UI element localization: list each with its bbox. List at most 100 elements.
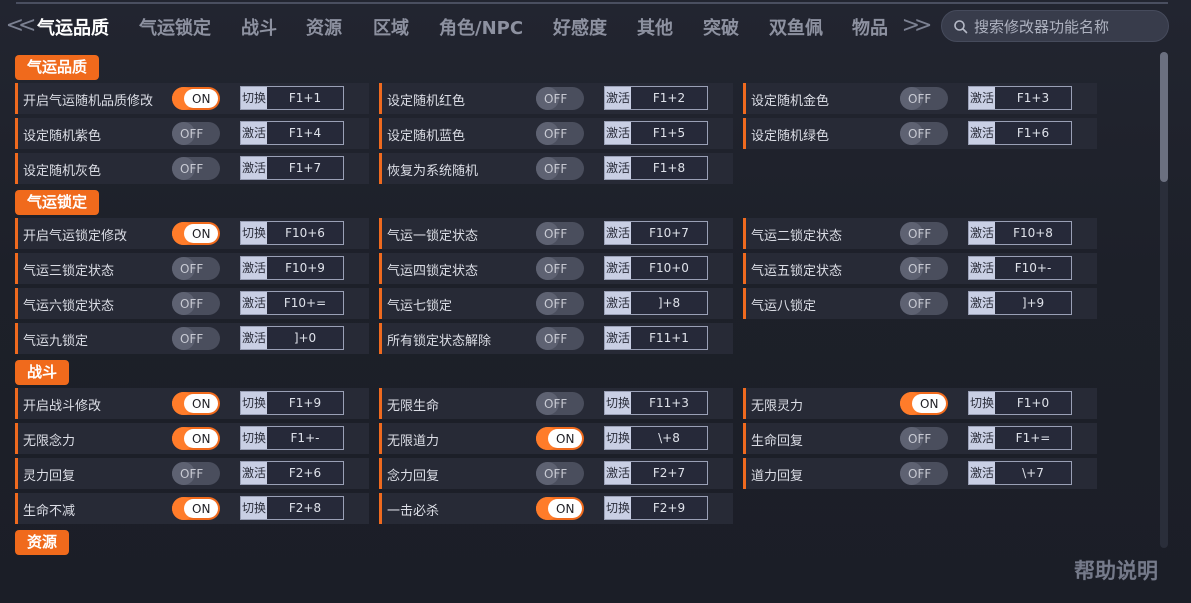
- feature-toggle[interactable]: OFF: [172, 327, 220, 350]
- feature-row: 开启气运随机品质修改 ON 切换 F1+1: [15, 83, 369, 114]
- hotkey-field[interactable]: 切换 F1+-: [240, 426, 344, 450]
- feature-toggle[interactable]: OFF: [536, 157, 584, 180]
- tab-7[interactable]: 好感度: [553, 14, 607, 40]
- feature-toggle[interactable]: OFF: [172, 257, 220, 280]
- hotkey-field[interactable]: 切换 F10+6: [240, 221, 344, 245]
- toggle-state: ON: [192, 227, 211, 241]
- hotkey-field[interactable]: 激活]+9: [968, 291, 1072, 315]
- feature-label: 气运三锁定状态: [23, 264, 115, 279]
- hotkey-field[interactable]: 激活 F10+0: [604, 256, 708, 280]
- feature-toggle[interactable]: OFF: [172, 122, 220, 145]
- feature-toggle[interactable]: ON: [172, 497, 220, 520]
- tab-4[interactable]: 资源: [306, 14, 342, 40]
- tab-9[interactable]: 突破: [703, 14, 739, 40]
- feature-toggle[interactable]: ON: [172, 392, 220, 415]
- feature-toggle[interactable]: ON: [172, 87, 220, 110]
- feature-row: 气运六锁定状态 OFF 激活 F10+=: [15, 288, 369, 319]
- hotkey-field[interactable]: 激活 F11+1: [604, 326, 708, 350]
- tab-11[interactable]: 物品: [852, 14, 888, 40]
- hotkey-field[interactable]: 激活 F1+7: [240, 156, 344, 180]
- hotkey-key: F1+5: [652, 126, 686, 140]
- tab-10[interactable]: 双鱼佩: [769, 14, 823, 40]
- hotkey-key: F2+7: [652, 466, 686, 480]
- hotkey-key: \+8: [658, 431, 680, 445]
- toggle-state: OFF: [908, 227, 932, 241]
- feature-toggle[interactable]: OFF: [172, 157, 220, 180]
- hotkey-field[interactable]: 切换 F2+8: [240, 496, 344, 520]
- feature-toggle[interactable]: OFF: [900, 462, 948, 485]
- feature-toggle[interactable]: OFF: [536, 257, 584, 280]
- feature-toggle[interactable]: OFF: [900, 292, 948, 315]
- hotkey-field[interactable]: 切换 F11+3: [604, 391, 708, 415]
- hotkey-mode: 激活: [969, 122, 995, 144]
- feature-toggle[interactable]: OFF: [172, 462, 220, 485]
- feature-toggle[interactable]: OFF: [900, 122, 948, 145]
- feature-toggle[interactable]: OFF: [900, 222, 948, 245]
- hotkey-field[interactable]: 激活 F1+4: [240, 121, 344, 145]
- hotkey-field[interactable]: 切换 F1+0: [968, 391, 1072, 415]
- hotkey-field[interactable]: 激活]+0: [240, 326, 344, 350]
- feature-toggle[interactable]: ON: [536, 427, 584, 450]
- feature-toggle[interactable]: OFF: [536, 222, 584, 245]
- trainer-window: << 气运品质气运锁定战斗资源区域角色/NPC好感度其他突破双鱼佩物品 >> 气…: [0, 0, 1191, 603]
- feature-toggle[interactable]: OFF: [900, 257, 948, 280]
- toggle-state: ON: [192, 502, 211, 516]
- hotkey-field[interactable]: 激活 F2+7: [604, 461, 708, 485]
- feature-label: 设定随机紫色: [23, 129, 102, 144]
- hotkey-mode: 激活: [969, 427, 995, 449]
- hotkey-key: F10+7: [649, 226, 689, 240]
- tab-2[interactable]: 气运锁定: [139, 14, 211, 40]
- feature-toggle[interactable]: OFF: [536, 462, 584, 485]
- hotkey-mode: 切换: [241, 87, 267, 109]
- scrollbar-thumb[interactable]: [1160, 52, 1168, 182]
- tab-1[interactable]: 气运品质: [37, 14, 109, 40]
- hotkey-field[interactable]: 激活 \+7: [968, 461, 1072, 485]
- hotkey-field[interactable]: 激活]+8: [604, 291, 708, 315]
- hotkey-mode: 激活: [605, 327, 631, 349]
- tab-8[interactable]: 其他: [637, 14, 673, 40]
- nav-left-arrow-icon[interactable]: <<: [4, 12, 37, 40]
- scrollbar[interactable]: [1160, 52, 1168, 548]
- hotkey-mode: 激活: [241, 257, 267, 279]
- feature-toggle[interactable]: OFF: [536, 392, 584, 415]
- feature-toggle[interactable]: ON: [172, 427, 220, 450]
- feature-toggle[interactable]: ON: [536, 497, 584, 520]
- feature-toggle[interactable]: OFF: [536, 292, 584, 315]
- search-input[interactable]: [974, 15, 1160, 39]
- help-button[interactable]: 帮助说明: [1074, 555, 1158, 585]
- search-icon: [954, 20, 968, 34]
- feature-toggle[interactable]: OFF: [536, 327, 584, 350]
- hotkey-field[interactable]: 激活 F1+6: [968, 121, 1072, 145]
- feature-label: 生命不减: [23, 504, 76, 519]
- feature-toggle[interactable]: OFF: [172, 292, 220, 315]
- hotkey-field[interactable]: 激活 F1+5: [604, 121, 708, 145]
- hotkey-field[interactable]: 切换 F2+9: [604, 496, 708, 520]
- hotkey-field[interactable]: 激活 F1+2: [604, 86, 708, 110]
- tab-6[interactable]: 角色/NPC: [439, 14, 523, 40]
- tab-3[interactable]: 战斗: [241, 14, 277, 40]
- hotkey-field[interactable]: 激活 F2+6: [240, 461, 344, 485]
- hotkey-field[interactable]: 切换 F1+1: [240, 86, 344, 110]
- hotkey-field[interactable]: 激活 F10+8: [968, 221, 1072, 245]
- hotkey-field[interactable]: 激活 F1+=: [968, 426, 1072, 450]
- feature-toggle[interactable]: OFF: [900, 87, 948, 110]
- feature-label: 无限灵力: [751, 399, 804, 414]
- feature-toggle[interactable]: ON: [172, 222, 220, 245]
- hotkey-field[interactable]: 激活 F10+-: [968, 256, 1072, 280]
- hotkey-field[interactable]: 激活 F10+7: [604, 221, 708, 245]
- hotkey-field[interactable]: 切换 F1+9: [240, 391, 344, 415]
- feature-toggle[interactable]: OFF: [900, 427, 948, 450]
- hotkey-field[interactable]: 激活 F10+=: [240, 291, 344, 315]
- feature-toggle[interactable]: OFF: [536, 87, 584, 110]
- hotkey-field[interactable]: 激活 F10+9: [240, 256, 344, 280]
- hotkey-field[interactable]: 激活 F1+8: [604, 156, 708, 180]
- hotkey-key: ]+9: [1021, 296, 1045, 310]
- feature-toggle[interactable]: ON: [900, 392, 948, 415]
- tab-5[interactable]: 区域: [373, 14, 409, 40]
- feature-toggle[interactable]: OFF: [536, 122, 584, 145]
- nav-right-arrow-icon[interactable]: >>: [900, 12, 933, 40]
- hotkey-field[interactable]: 激活 F1+3: [968, 86, 1072, 110]
- hotkey-field[interactable]: 切换 \+8: [604, 426, 708, 450]
- section-header: 资源: [15, 530, 70, 555]
- search-box[interactable]: [941, 10, 1169, 42]
